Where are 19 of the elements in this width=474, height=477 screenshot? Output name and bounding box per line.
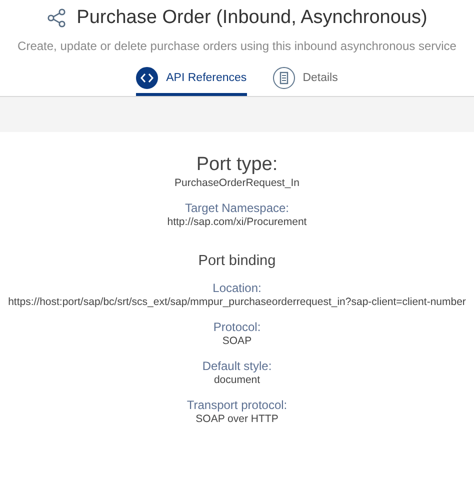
field-value: SOAP over HTTP	[196, 413, 278, 425]
field-label: Transport protocol:	[186, 398, 288, 412]
field-label: Protocol:	[213, 320, 261, 334]
page-subtitle: Create, update or delete purchase orders using this inbound asynchronous service	[18, 39, 456, 53]
field-value: https://host:port/sap/bc/srt/scs_ext/sap/mmpur_purchaseorderrequest_in?sap-client=client-number	[8, 296, 466, 308]
section-heading: Port type:	[196, 154, 278, 176]
field-label: Default style:	[202, 359, 272, 373]
code-icon	[136, 67, 158, 89]
page-title: Purchase Order (Inbound, Asynchronous)	[76, 7, 428, 29]
section-heading: Port binding	[198, 253, 276, 269]
field-value: SOAP	[222, 335, 252, 347]
field-label: Target Namespace:	[184, 201, 290, 215]
field-value: document	[214, 374, 260, 386]
port-type-value: PurchaseOrderRequest_In	[174, 177, 300, 189]
document-icon	[272, 67, 295, 89]
field-label: Location:	[212, 281, 262, 295]
tab[interactable]: Details	[272, 67, 338, 96]
field-value: http://sap.com/xi/Procurement	[167, 216, 307, 228]
share-icon	[46, 8, 67, 28]
